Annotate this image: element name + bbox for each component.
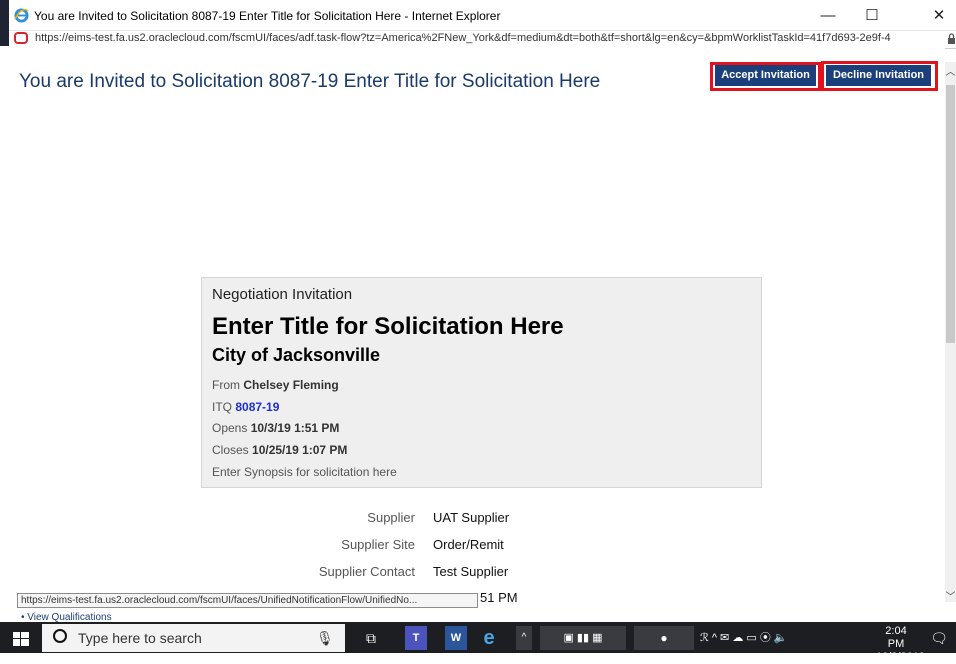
app-icon[interactable]: ● <box>634 626 694 650</box>
internet-explorer-taskbar-icon[interactable]: e <box>478 626 500 650</box>
oracle-logo-icon <box>14 32 28 44</box>
card-heading: Negotiation Invitation <box>212 286 353 303</box>
maximize-button[interactable]: ☐ <box>852 3 892 29</box>
window-left-edge <box>0 0 9 46</box>
app-group-icon[interactable]: ▣ ▮▮ ▦ <box>540 626 626 650</box>
teams-icon[interactable]: T <box>405 626 427 650</box>
supplier-contact-value: Test Supplier <box>433 564 509 579</box>
status-url-tooltip: https://eims-test.fa.us2.oraclecloud.com… <box>17 593 478 608</box>
solicitation-title: Enter Title for Solicitation Here <box>212 313 564 340</box>
from-value: Chelsey Fleming <box>243 378 339 392</box>
decline-invitation-button[interactable]: Decline Invitation <box>826 65 931 86</box>
closes-row: Closes 10/25/19 1:07 PM <box>212 443 347 457</box>
overflow-icon[interactable]: ^ <box>516 626 532 650</box>
closes-label: Closes <box>212 443 249 457</box>
supplier-site-label: Supplier Site <box>341 537 415 552</box>
minimize-button[interactable]: — <box>808 3 848 29</box>
supplier-value: UAT Supplier <box>433 510 510 525</box>
itq-row: ITQ 8087-19 <box>212 400 279 414</box>
system-tray-icons[interactable]: ℛ ^ ✉ ☁ ▭ ⦿ 🔈 <box>700 626 870 650</box>
notifications-icon[interactable]: 🗨 <box>928 626 950 650</box>
cortana-icon <box>53 629 67 643</box>
from-label: From <box>212 378 240 392</box>
clock-time: 2:04 PM <box>885 625 907 650</box>
clock[interactable]: 2:04 PM 10/3/2019 <box>876 625 925 664</box>
opens-row: Opens 10/3/19 1:51 PM <box>212 421 339 435</box>
lock-icon[interactable] <box>947 33 956 44</box>
page-title: You are Invited to Solicitation 8087-19 … <box>19 71 601 92</box>
search-placeholder: Type here to search <box>78 630 202 646</box>
supplier-contact-label: Supplier Contact <box>318 564 415 579</box>
synopsis: Enter Synopsis for solicitation here <box>212 465 397 479</box>
itq-link[interactable]: 8087-19 <box>235 400 279 414</box>
closes-value: 10/25/19 1:07 PM <box>252 443 348 457</box>
organization-name: City of Jacksonville <box>212 345 381 365</box>
windows-start-icon[interactable] <box>13 632 29 646</box>
supplier-site-value: Order/Remit <box>433 537 504 552</box>
opens-value: 10/3/19 1:51 PM <box>250 421 340 435</box>
task-view-icon[interactable]: ⧉ <box>360 626 382 650</box>
address-url[interactable]: https://eims-test.fa.us2.oraclecloud.com… <box>35 32 891 44</box>
accept-invitation-button[interactable]: Accept Invitation <box>715 65 816 86</box>
internet-explorer-icon <box>14 8 29 23</box>
scroll-up-icon[interactable]: ︿ <box>945 63 956 78</box>
from-row: From Chelsey Fleming <box>212 378 339 392</box>
close-button[interactable]: ✕ <box>919 3 956 29</box>
word-icon[interactable]: W <box>445 626 467 650</box>
supplier-label: Supplier <box>367 510 415 525</box>
microphone-icon[interactable]: 🎙 <box>316 630 334 647</box>
opens-label: Opens <box>212 421 248 435</box>
window-title: You are Invited to Solicitation 8087-19 … <box>34 9 501 23</box>
itq-label: ITQ <box>212 400 232 414</box>
scrollbar-thumb[interactable] <box>946 85 955 343</box>
scroll-down-icon[interactable]: ﹀ <box>945 588 956 603</box>
partial-row-value: 51 PM <box>480 590 518 605</box>
